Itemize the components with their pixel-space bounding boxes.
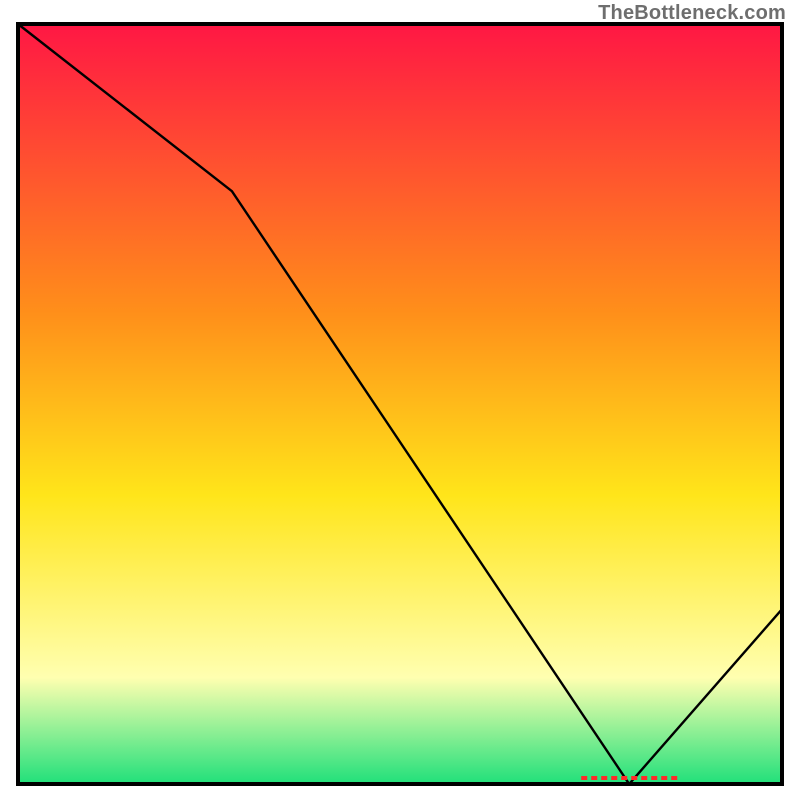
watermark-text: TheBottleneck.com	[598, 2, 786, 25]
plot-gradient-background	[18, 24, 782, 784]
chart-container: TheBottleneck.com	[0, 0, 800, 800]
bottleneck-chart	[0, 0, 800, 800]
